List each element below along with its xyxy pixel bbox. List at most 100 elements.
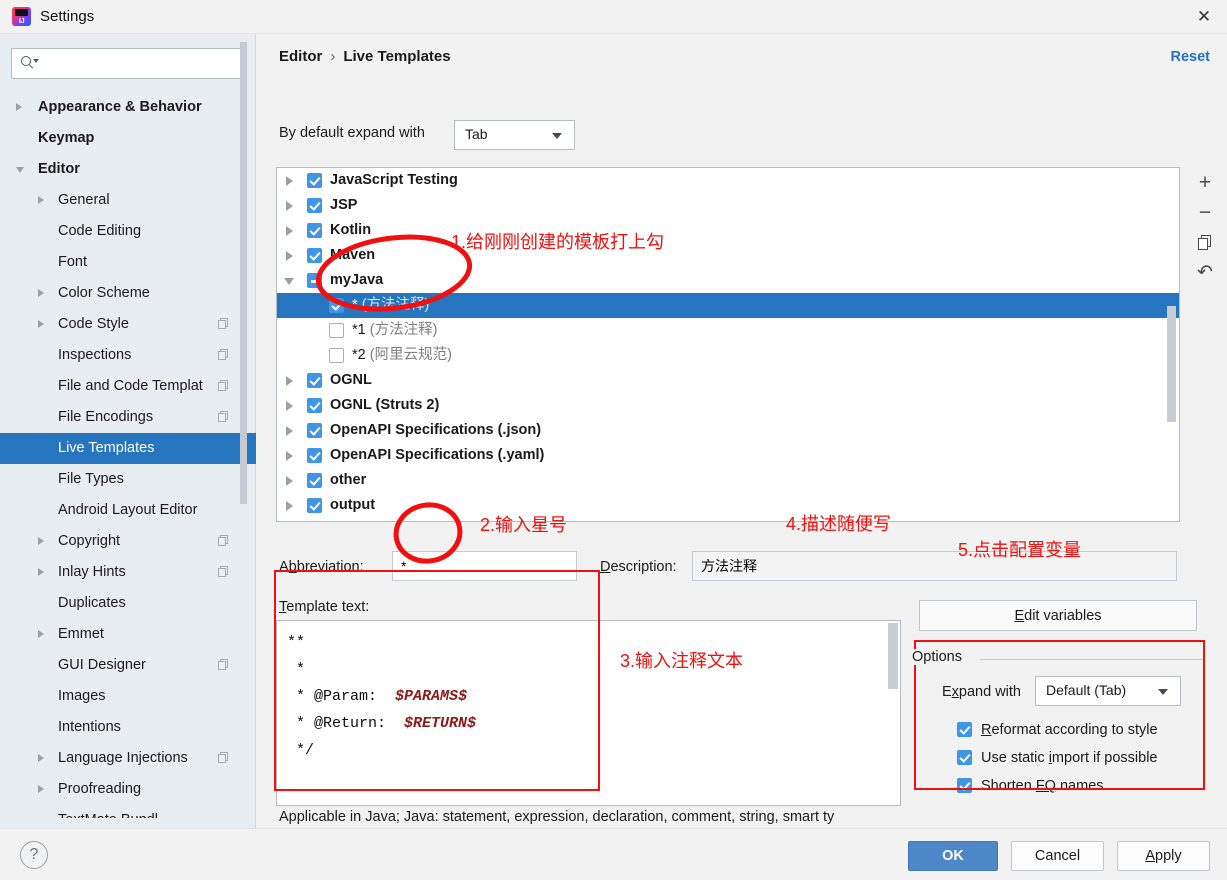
sidebar-item-copyright[interactable]: Copyright (0, 526, 256, 557)
remove-template-button[interactable]: − (1183, 197, 1227, 227)
checkbox-icon[interactable] (307, 273, 322, 288)
description-input[interactable] (692, 551, 1177, 581)
copy-icon[interactable] (218, 535, 230, 547)
chevron-right-icon[interactable] (286, 451, 293, 461)
tree-row[interactable]: OpenAPI Specifications (.yaml) (277, 443, 1179, 468)
copy-icon[interactable] (218, 380, 230, 392)
tree-row[interactable]: OGNL (277, 368, 1179, 393)
restore-defaults-button[interactable]: ↶ (1183, 257, 1227, 287)
sidebar-item-color-scheme[interactable]: Color Scheme (0, 278, 256, 309)
sidebar-item-intentions[interactable]: Intentions (0, 712, 256, 743)
sidebar-item-duplicates[interactable]: Duplicates (0, 588, 256, 619)
sidebar-item-editor[interactable]: Editor (0, 154, 256, 185)
chevron-right-icon[interactable] (38, 196, 44, 204)
tree-row[interactable]: Kotlin (277, 218, 1179, 243)
sidebar-item-keymap[interactable]: Keymap (0, 123, 256, 154)
tree-row[interactable]: myJava (277, 268, 1179, 293)
sidebar-item-font[interactable]: Font (0, 247, 256, 278)
sidebar-scrollbar-track[interactable] (240, 38, 251, 756)
tree-row[interactable]: other (277, 468, 1179, 493)
checkbox-icon[interactable] (307, 198, 322, 213)
search-box[interactable] (11, 48, 246, 79)
copy-icon[interactable] (218, 566, 230, 578)
chevron-right-icon[interactable] (38, 630, 44, 638)
checkbox-icon[interactable] (329, 298, 344, 313)
sidebar-item-general[interactable]: General (0, 185, 256, 216)
checkbox-icon[interactable] (307, 448, 322, 463)
tree-row[interactable]: Maven (277, 243, 1179, 268)
checkbox-icon[interactable] (307, 473, 322, 488)
copy-icon[interactable] (218, 752, 230, 764)
chevron-right-icon[interactable] (286, 376, 293, 386)
abbreviation-input[interactable] (392, 551, 577, 581)
search-input[interactable] (40, 49, 240, 78)
chevron-right-icon[interactable] (286, 226, 293, 236)
sidebar-item-images[interactable]: Images (0, 681, 256, 712)
chevron-right-icon[interactable] (38, 537, 44, 545)
chevron-right-icon[interactable] (286, 401, 293, 411)
chevron-right-icon[interactable] (286, 501, 293, 511)
chevron-right-icon[interactable] (38, 568, 44, 576)
template-text-scrollbar-thumb[interactable] (888, 623, 898, 689)
checkbox-icon[interactable] (307, 498, 322, 513)
sidebar-item-gui-designer[interactable]: GUI Designer (0, 650, 256, 681)
reset-link[interactable]: Reset (1171, 49, 1211, 65)
expand-with-dropdown[interactable]: Default (Tab) (1035, 676, 1181, 706)
copy-icon[interactable] (218, 318, 230, 330)
cancel-button[interactable]: Cancel (1011, 841, 1104, 871)
chevron-right-icon[interactable] (16, 103, 22, 111)
chevron-right-icon[interactable] (38, 320, 44, 328)
checkbox-icon[interactable] (307, 223, 322, 238)
sidebar-item-inlay-hints[interactable]: Inlay Hints (0, 557, 256, 588)
tree-row[interactable]: *2 (阿里云规范) (277, 343, 1179, 368)
close-icon[interactable]: ✕ (1181, 0, 1227, 34)
chevron-right-icon[interactable] (286, 251, 293, 261)
checkbox-icon[interactable] (307, 248, 322, 263)
checkbox-icon[interactable] (307, 373, 322, 388)
copy-icon[interactable] (218, 659, 230, 671)
duplicate-template-button[interactable] (1183, 227, 1227, 257)
tree-scrollbar-thumb[interactable] (1167, 306, 1176, 422)
tree-row[interactable]: * (方法注释) (277, 293, 1179, 318)
tree-row[interactable]: output (277, 493, 1179, 518)
chevron-right-icon[interactable] (286, 426, 293, 436)
sidebar-item-appearance-behavior[interactable]: Appearance & Behavior (0, 92, 256, 123)
tree-row[interactable]: JSP (277, 193, 1179, 218)
sidebar-scrollbar-thumb[interactable] (240, 42, 247, 504)
copy-icon[interactable] (218, 411, 230, 423)
checkbox-icon[interactable] (307, 398, 322, 413)
tree-row[interactable]: OpenAPI Specifications (.json) (277, 418, 1179, 443)
copy-icon[interactable] (218, 349, 230, 361)
tree-row[interactable]: OGNL (Struts 2) (277, 393, 1179, 418)
chevron-right-icon[interactable] (38, 289, 44, 297)
chevron-right-icon[interactable] (286, 201, 293, 211)
add-template-button[interactable]: + (1183, 167, 1227, 197)
sidebar-item-code-editing[interactable]: Code Editing (0, 216, 256, 247)
sidebar-item-emmet[interactable]: Emmet (0, 619, 256, 650)
sidebar-item-live-templates[interactable]: Live Templates (0, 433, 256, 464)
checkbox-icon[interactable] (307, 423, 322, 438)
sidebar-item-language-injections[interactable]: Language Injections (0, 743, 256, 774)
sidebar-item-file-encodings[interactable]: File Encodings (0, 402, 256, 433)
sidebar-item-android-layout-editor[interactable]: Android Layout Editor (0, 495, 256, 526)
sidebar-item-file-types[interactable]: File Types (0, 464, 256, 495)
edit-variables-button[interactable]: Edit variables (919, 600, 1197, 631)
checkbox-icon[interactable] (329, 348, 344, 363)
sidebar-item-proofreading[interactable]: Proofreading (0, 774, 256, 805)
chevron-right-icon[interactable] (38, 785, 44, 793)
chevron-right-icon[interactable] (286, 476, 293, 486)
sidebar-item-textmate-bundl[interactable]: TextMate Bundl (0, 805, 256, 818)
chevron-down-icon[interactable] (284, 278, 294, 290)
default-expand-dropdown[interactable]: Tab (454, 120, 575, 150)
sidebar-item-code-style[interactable]: Code Style (0, 309, 256, 340)
sidebar-item-file-and-code-templat[interactable]: File and Code Templat (0, 371, 256, 402)
tree-row[interactable]: *1 (方法注释) (277, 318, 1179, 343)
chevron-right-icon[interactable] (38, 754, 44, 762)
help-button[interactable]: ? (20, 841, 48, 869)
apply-button[interactable]: Apply (1117, 841, 1210, 871)
tree-row[interactable]: JavaScript Testing (277, 168, 1179, 193)
sidebar-nav-list[interactable]: Appearance & Behavior Keymap Editor General… (0, 92, 256, 818)
breadcrumb-root[interactable]: Editor (279, 48, 322, 65)
ok-button[interactable]: OK (908, 841, 998, 871)
checkbox-icon[interactable] (329, 323, 344, 338)
